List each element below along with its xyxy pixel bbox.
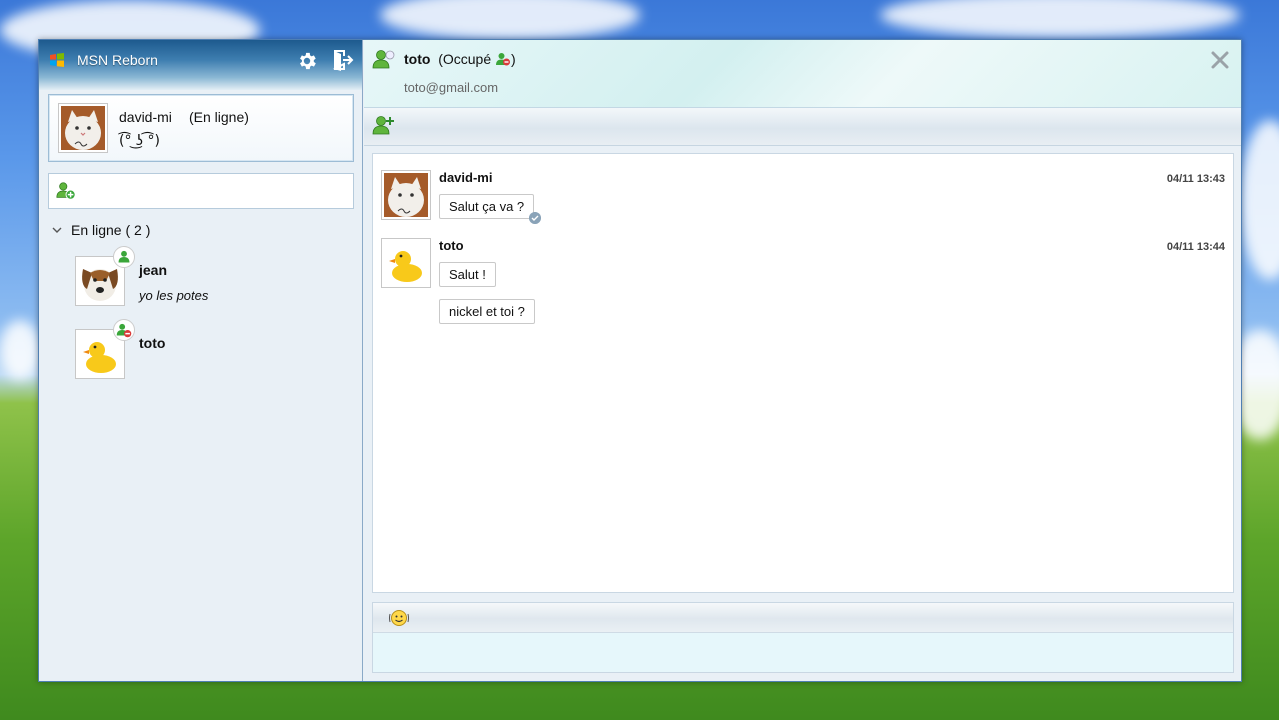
contact-user-icon [372,50,395,69]
gear-icon[interactable] [296,50,318,72]
group-label: En ligne ( 2 ) [71,222,151,238]
add-contact-bar[interactable] [48,173,354,209]
message-bubble[interactable]: nickel et toi ? [439,299,535,324]
title-bar: MSN Reborn [39,40,362,90]
busy-status-icon [113,319,135,341]
contact-item-toto[interactable]: toto [75,319,345,385]
chevron-down-icon[interactable] [51,224,63,236]
message-input[interactable] [373,634,1233,672]
chat-toolbar [364,108,1241,146]
dog-avatar-icon [78,259,122,303]
composer-toolbar [373,603,1233,633]
contact-name: toto [139,335,166,351]
contact-name: jean [139,262,168,278]
message-time: 04/11 13:44 [1166,241,1225,253]
cat-avatar-icon [61,106,105,150]
chat-contact-info: toto (Occupé ) [404,51,516,67]
my-mood-message[interactable]: (͡° ͜ʖ ͡°) [119,133,160,149]
message-avatar [381,170,431,220]
invite-user-icon[interactable] [372,114,396,136]
cat-avatar-icon [384,173,428,217]
message-bubble[interactable]: Salut ! [439,262,496,287]
message-list[interactable]: david-mi 04/11 13:43 Salut ça va ? toto … [372,153,1234,593]
chat-contact-name: toto [404,51,431,67]
close-icon[interactable] [1210,50,1230,70]
message-text: Salut ! [449,267,486,282]
message-author: toto [439,238,464,253]
chat-pane: toto (Occupé ) toto@gmail.com david-mi 0… [364,40,1241,681]
duck-avatar-icon [78,332,122,376]
group-header-online[interactable]: En ligne ( 2 ) [51,222,150,238]
app-title: MSN Reborn [77,52,158,68]
my-profile-card[interactable]: david-mi (En ligne) (͡° ͜ʖ ͡°) [48,94,354,162]
message-bubble[interactable]: Salut ça va ? [439,194,542,224]
check-icon [529,212,542,224]
message-text: Salut ça va ? [449,199,525,214]
my-status[interactable]: (En ligne) [189,109,249,125]
message-text: nickel et toi ? [449,304,525,319]
message-time: 04/11 13:43 [1166,173,1225,185]
message-avatar [381,238,431,288]
exit-icon[interactable] [330,48,354,72]
chat-status-close: ) [511,51,516,67]
message-composer [372,602,1234,673]
add-user-icon[interactable] [55,180,77,202]
chat-header: toto (Occupé ) toto@gmail.com [364,40,1241,108]
chat-contact-status: (Occupé [438,51,492,67]
contact-item-jean[interactable]: jean yo les potes [75,246,345,312]
windows-logo-icon [50,53,64,67]
contact-message: yo les potes [139,288,209,303]
my-name: david-mi [119,109,172,125]
app-window: MSN Reborn david-mi (En ligne) (͡° ͜ʖ ͡°… [38,39,1242,682]
duck-avatar-icon [384,241,428,285]
chat-contact-email: toto@gmail.com [404,80,499,95]
busy-status-icon [496,53,511,66]
contacts-pane: MSN Reborn david-mi (En ligne) (͡° ͜ʖ ͡°… [39,40,363,681]
message-author: david-mi [439,170,493,185]
my-avatar[interactable] [58,103,108,153]
smiley-icon[interactable] [389,609,409,627]
online-status-icon [113,246,135,268]
